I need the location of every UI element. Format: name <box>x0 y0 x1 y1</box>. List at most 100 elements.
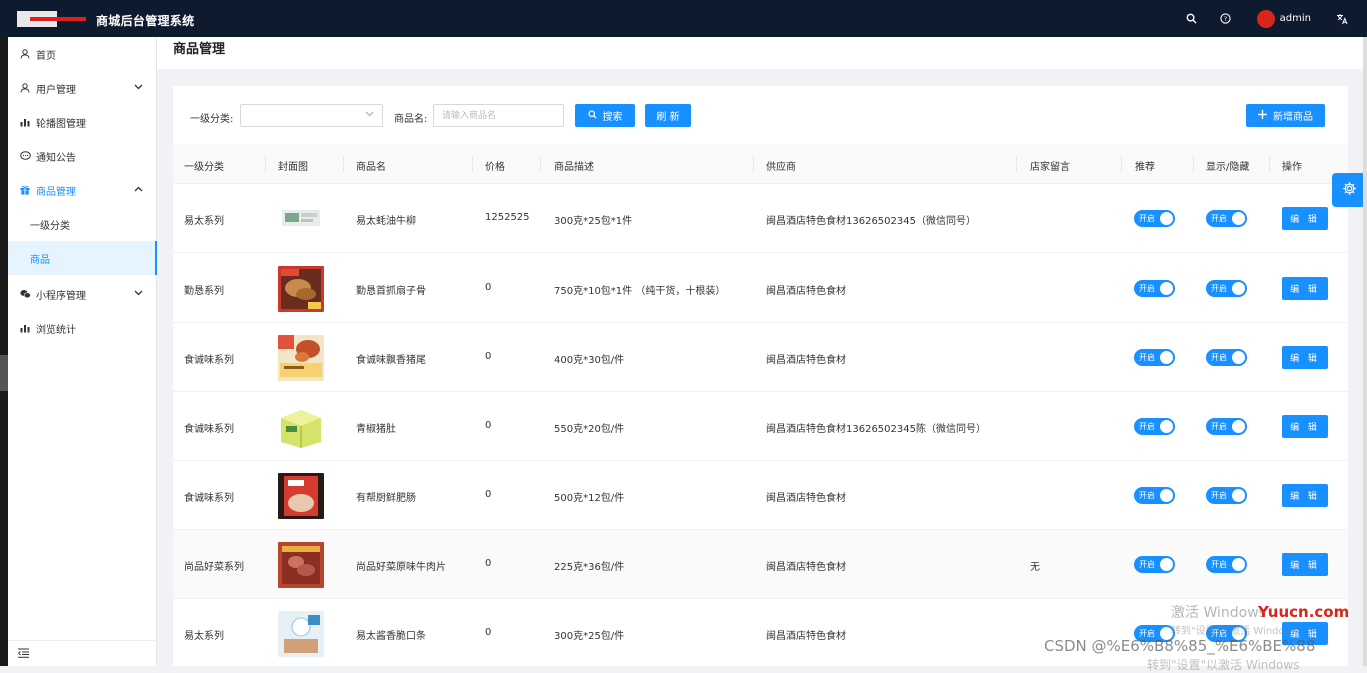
cell-description: 300克*25包/件 <box>554 631 625 642</box>
sidebar-item-home[interactable]: 首页 <box>8 37 157 71</box>
recommend-toggle[interactable]: 开启 <box>1134 556 1175 573</box>
svg-text:?: ? <box>1224 15 1227 23</box>
toggle-label: 开启 <box>1211 214 1227 223</box>
windows-activation-hint-bottom: 转到"设置"以激活 Windows <box>1147 658 1300 672</box>
cell-supplier: 闽昌酒店特色食材 <box>766 355 846 366</box>
cell-supplier: 闽昌酒店特色食材 <box>766 493 846 504</box>
category-select[interactable] <box>240 104 383 127</box>
gift-icon <box>19 184 31 196</box>
avatar[interactable] <box>1256 9 1275 28</box>
sidebar-subitem-categories[interactable]: 一级分类 <box>8 207 157 241</box>
sidebar-item-notices[interactable]: 通知公告 <box>8 139 157 173</box>
product-cover-image <box>278 611 324 657</box>
window-edge <box>0 37 8 666</box>
visibility-toggle[interactable]: 开启 <box>1206 349 1247 366</box>
cell-name: 易太蚝油牛柳 <box>356 216 416 227</box>
toggle-label: 开启 <box>1139 422 1155 431</box>
cell-name: 食诚味飘香猪尾 <box>356 355 426 366</box>
edit-button[interactable]: 编 辑 <box>1282 346 1328 369</box>
cell-price: 0 <box>485 558 492 569</box>
visibility-toggle[interactable]: 开启 <box>1206 487 1247 504</box>
cell-price: 0 <box>485 351 492 362</box>
sidebar-item-products[interactable]: 商品管理 <box>8 173 157 207</box>
settings-drawer-button[interactable] <box>1332 173 1367 207</box>
wechat-icon <box>19 288 31 300</box>
help-icon[interactable]: ? <box>1217 10 1235 28</box>
edit-button[interactable]: 编 辑 <box>1282 484 1328 507</box>
product-name-input[interactable] <box>433 104 564 127</box>
cell-supplier: 闽昌酒店特色食材 <box>766 562 846 573</box>
visibility-toggle[interactable]: 开启 <box>1206 418 1247 435</box>
cell-name: 青椒猪肚 <box>356 424 396 435</box>
column-header: 商品名 <box>356 162 386 173</box>
chevron-down-icon <box>134 289 143 299</box>
recommend-toggle[interactable]: 开启 <box>1134 349 1175 366</box>
app-title: 商城后台管理系统 <box>96 14 195 28</box>
chart-bar-icon <box>19 116 31 128</box>
search-button-label: 搜索 <box>602 112 623 123</box>
page-title: 商品管理 <box>173 42 226 57</box>
product-cover-image <box>278 473 324 519</box>
cell-price: 0 <box>485 282 492 293</box>
table-row: 易太系列 易太蚝油牛柳 1252525 300克*25包*1件 闽昌酒店特色食材… <box>173 184 1348 253</box>
sidebar-item-statistics[interactable]: 浏览统计 <box>8 311 157 345</box>
column-header: 价格 <box>485 162 505 173</box>
cell-description: 500克*12包/件 <box>554 493 625 504</box>
visibility-toggle[interactable]: 开启 <box>1206 280 1247 297</box>
product-cover-image <box>278 196 324 242</box>
sidebar-item-miniprogram[interactable]: 小程序管理 <box>8 277 157 311</box>
table-row: 食诚味系列 有帮厨鲜肥肠 0 500克*12包/件 闽昌酒店特色食材 开启 开启… <box>173 461 1348 530</box>
toggle-label: 开启 <box>1211 560 1227 569</box>
cell-supplier: 闽昌酒店特色食材 <box>766 286 846 297</box>
recommend-toggle[interactable]: 开启 <box>1134 210 1175 227</box>
collapse-menu-icon[interactable] <box>17 648 29 661</box>
add-product-button[interactable]: 新增商品 <box>1246 104 1325 127</box>
sidebar-item-label: 商品管理 <box>36 186 76 198</box>
user-name[interactable]: admin <box>1280 13 1311 24</box>
chat-icon <box>19 150 31 162</box>
search-icon[interactable] <box>1183 10 1201 28</box>
top-actions: ? admin <box>1167 0 1351 37</box>
recommend-toggle[interactable]: 开启 <box>1134 418 1175 435</box>
sidebar-item-label: 首页 <box>36 50 56 62</box>
toggle-label: 开启 <box>1211 353 1227 362</box>
edit-button[interactable]: 编 辑 <box>1282 207 1328 230</box>
edit-button[interactable]: 编 辑 <box>1282 277 1328 300</box>
column-header: 推荐 <box>1135 162 1155 173</box>
user-icon <box>19 48 31 60</box>
cell-description: 400克*30包/件 <box>554 355 625 366</box>
edit-button[interactable]: 编 辑 <box>1282 553 1328 576</box>
toggle-label: 开启 <box>1211 422 1227 431</box>
visibility-toggle[interactable]: 开启 <box>1206 556 1247 573</box>
refresh-button[interactable]: 刷 新 <box>645 104 691 127</box>
sidebar-item-banners[interactable]: 轮播图管理 <box>8 105 157 139</box>
sidebar-item-label: 浏览统计 <box>36 324 76 336</box>
toggle-label: 开启 <box>1139 284 1155 293</box>
recommend-toggle[interactable]: 开启 <box>1134 280 1175 297</box>
scrollbar[interactable] <box>1363 37 1367 666</box>
cell-name: 有帮厨鲜肥肠 <box>356 493 416 504</box>
cell-name: 勤恳首抓扇子骨 <box>356 286 426 297</box>
cell-price: 1252525 <box>485 212 530 223</box>
user-icon <box>19 82 31 94</box>
sidebar-subitem-goods[interactable]: 商品 <box>8 241 157 275</box>
sidebar-item-users[interactable]: 用户管理 <box>8 71 157 105</box>
table-row: 食诚味系列 食诚味飘香猪尾 0 400克*30包/件 闽昌酒店特色食材 开启 开… <box>173 323 1348 392</box>
cell-price: 0 <box>485 627 492 638</box>
cell-note: 无 <box>1030 562 1040 573</box>
windows-activation-hint: 转到"设置"以激活 Windows。 <box>1171 626 1309 637</box>
edit-button[interactable]: 编 辑 <box>1282 415 1328 438</box>
sidebar-footer <box>8 640 157 666</box>
page-header: 商品管理 <box>157 37 1367 69</box>
product-table-card: 一级分类: 商品名: 搜索 刷 新 新增商品 一级分类 封面图 <box>173 86 1348 666</box>
sidebar-item-label: 用户管理 <box>36 84 76 96</box>
chevron-down-icon <box>365 110 374 119</box>
product-cover-image <box>278 542 324 588</box>
translate-icon[interactable] <box>1333 10 1351 28</box>
cell-category: 食诚味系列 <box>184 355 234 366</box>
cell-supplier: 闽昌酒店特色食材13626502345（微信同号） <box>766 216 976 227</box>
visibility-toggle[interactable]: 开启 <box>1206 210 1247 227</box>
recommend-toggle[interactable]: 开启 <box>1134 487 1175 504</box>
column-header: 商品描述 <box>554 162 594 173</box>
search-button[interactable]: 搜索 <box>575 104 635 127</box>
